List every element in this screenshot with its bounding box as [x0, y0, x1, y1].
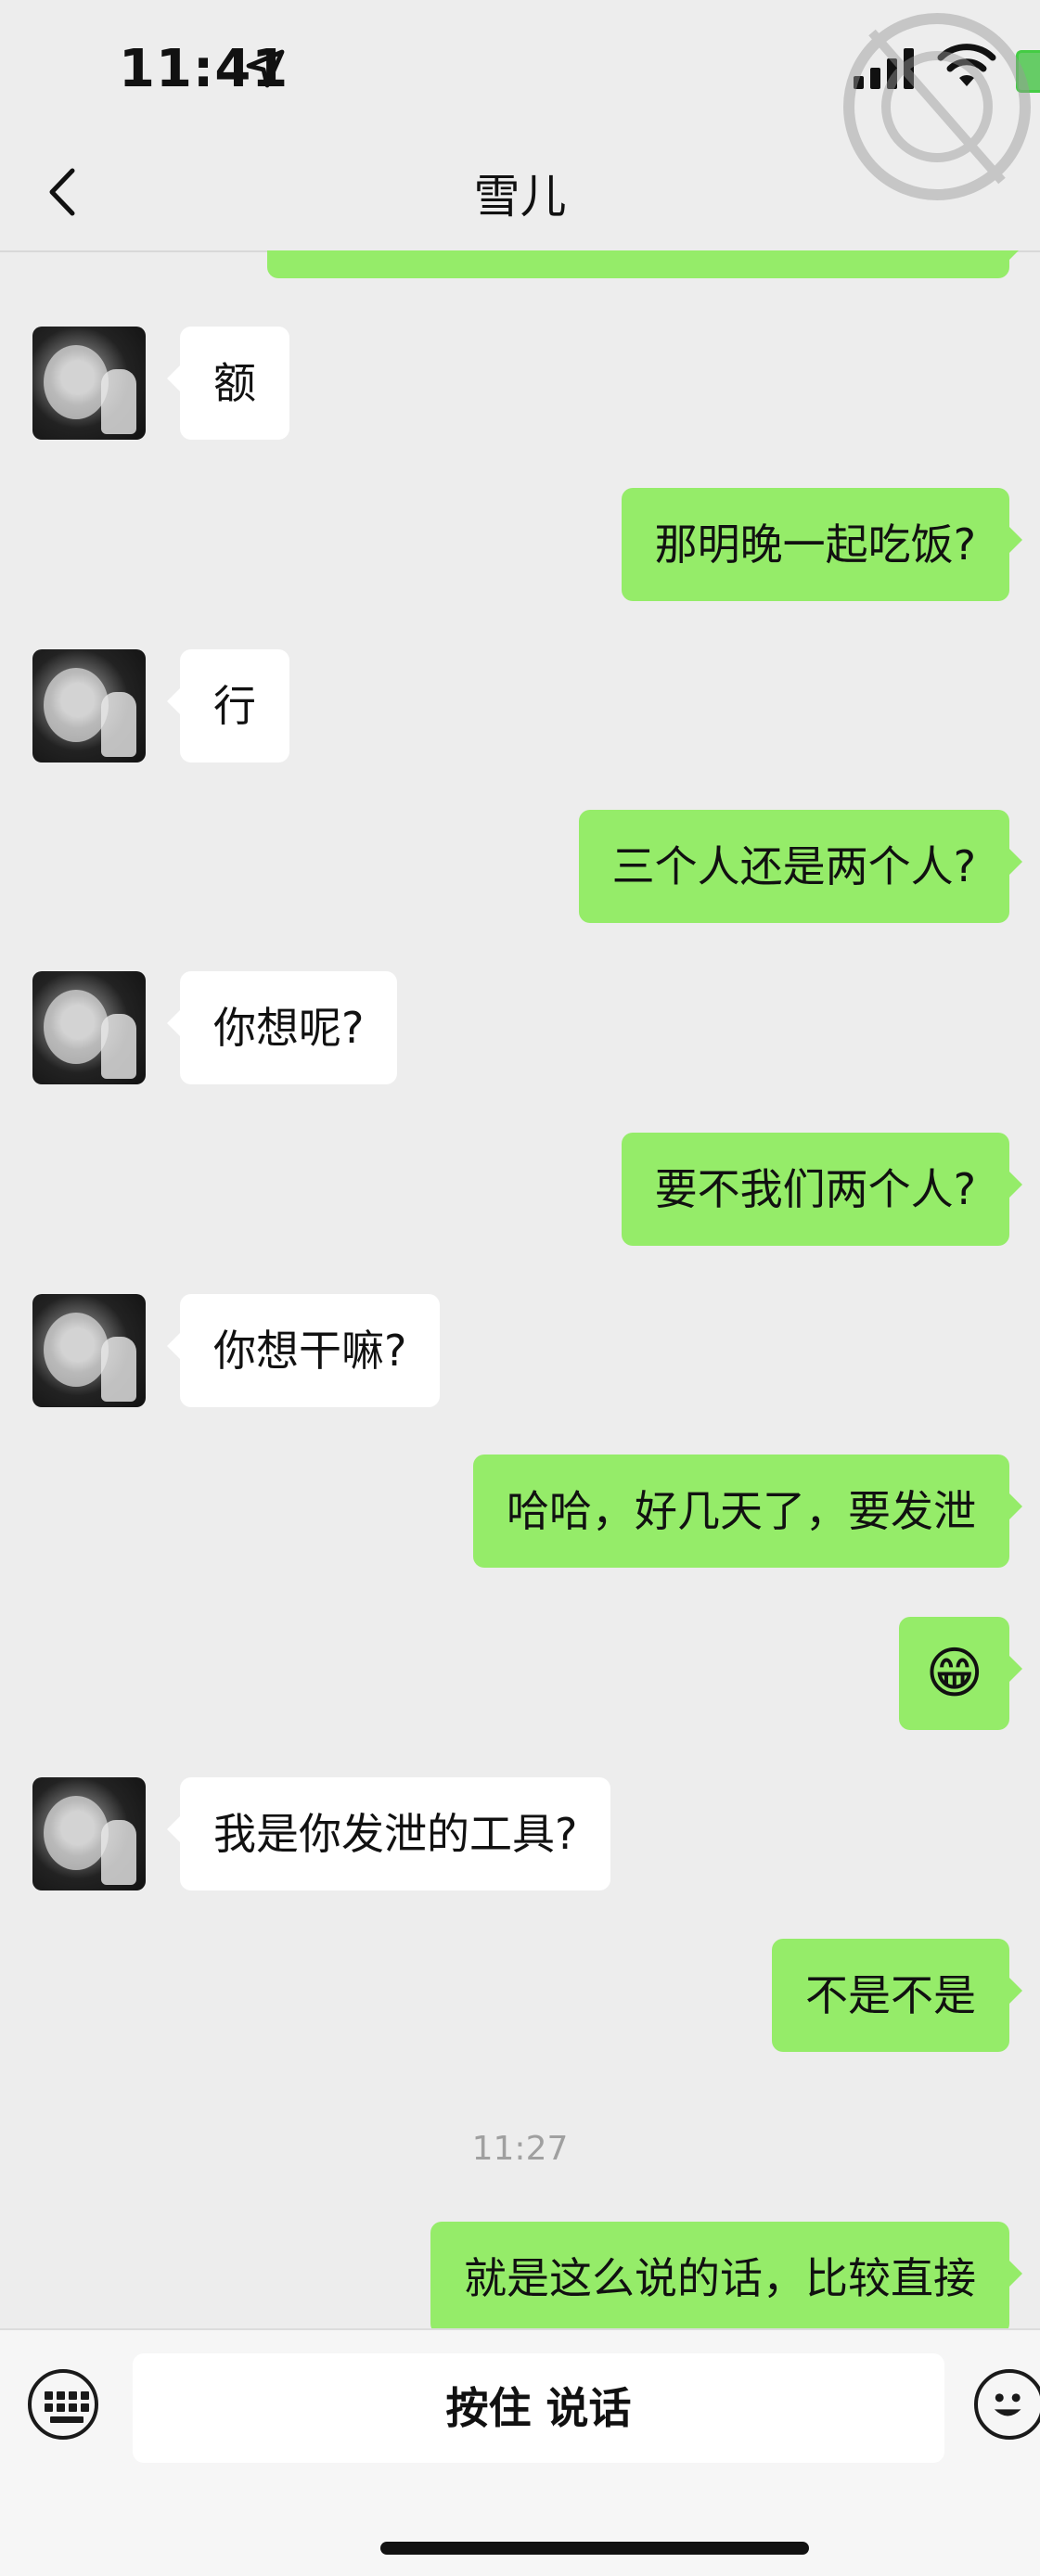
chat-header: 雪儿 — [0, 139, 1040, 252]
message-bubble-incoming[interactable]: 我是你发泄的工具? — [166, 1777, 611, 1890]
message-bubble-incoming[interactable]: 你想呢? — [166, 971, 398, 1084]
message-bubble-incoming[interactable]: 你想干嘛? — [166, 1294, 441, 1407]
keyboard-icon[interactable] — [28, 2369, 98, 2440]
avatar[interactable] — [32, 327, 146, 440]
message-bubble-outgoing[interactable]: 哈哈，好几天了，要发泄 — [473, 1455, 1022, 1568]
message-list[interactable]: 额 那明晚一起吃饭? 行 三个人还是两个人? 你想呢? 要不我们两个人? 你想干… — [0, 250, 1040, 2328]
input-bar: 按住 说话 — [0, 2328, 1040, 2576]
avatar[interactable] — [32, 1777, 146, 1890]
avatar[interactable] — [32, 649, 146, 763]
home-indicator — [380, 2542, 809, 2555]
avatar[interactable] — [32, 1294, 146, 1407]
message-bubble-incoming[interactable]: 行 — [167, 649, 289, 763]
message-bubble-outgoing[interactable]: 不是不是 — [772, 1939, 1022, 2052]
message-bubble-outgoing[interactable]: 三个人还是两个人? — [578, 810, 1023, 923]
avatar[interactable] — [32, 971, 146, 1084]
message-timestamp: 11:27 — [471, 2130, 569, 2168]
message-bubble-emoji[interactable]: 😁 — [899, 1617, 1022, 1730]
location-arrow-icon — [246, 49, 285, 88]
message-bubble-outgoing[interactable]: 要不我们两个人? — [621, 1133, 1023, 1246]
hold-to-talk-button[interactable]: 按住 说话 — [133, 2353, 944, 2463]
message-bubble-outgoing[interactable]: 那明晚一起吃饭? — [621, 488, 1023, 601]
emoji-icon[interactable] — [974, 2369, 1040, 2440]
message-bubble-incoming[interactable]: 额 — [167, 327, 289, 440]
message-bubble-partial — [267, 250, 1022, 278]
message-bubble-outgoing[interactable]: 就是这么说的话，比较直接 — [430, 2222, 1022, 2328]
contact-name: 雪儿 — [473, 170, 567, 224]
